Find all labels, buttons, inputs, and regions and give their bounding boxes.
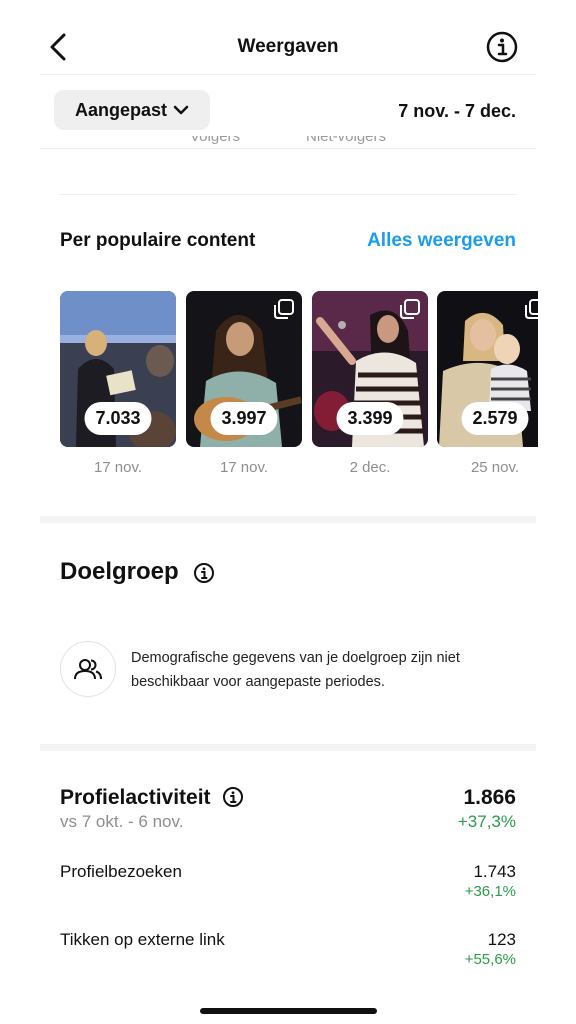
info-button[interactable] <box>485 30 519 64</box>
profile-activity-delta: +37,3% <box>457 812 516 831</box>
view-count-badge: 7.033 <box>84 402 152 435</box>
content-thumbnail[interactable]: 7.033 <box>60 291 176 447</box>
view-count-badge: 2.579 <box>461 402 529 435</box>
audience-unavailable-message: Demografische gegevens van je doelgroep … <box>131 650 460 690</box>
info-icon[interactable] <box>222 786 244 808</box>
metric-delta: +55,6% <box>464 951 516 968</box>
metric-value: 1.743 <box>473 862 516 881</box>
comparison-period: vs 7 okt. - 6 nov. <box>60 812 184 831</box>
date-range-value: 7 nov. - 7 dec. <box>398 101 516 121</box>
popular-content-title: Per populaire content <box>60 230 256 251</box>
profile-activity-total: 1.866 <box>463 786 516 809</box>
content-thumbnail[interactable]: 3.997 <box>186 291 302 447</box>
carousel-icon <box>525 299 538 319</box>
profile-activity-title: Profielactiviteit <box>60 786 211 809</box>
carousel-icon <box>400 299 420 319</box>
content-thumbnail[interactable]: 2.579 <box>437 291 538 447</box>
metric-label: Profielbezoeken <box>60 862 182 881</box>
content-thumbnail[interactable]: 3.399 <box>312 291 428 447</box>
chevron-down-icon <box>173 105 189 115</box>
section-separator <box>40 744 536 751</box>
info-circle-icon <box>486 31 518 63</box>
carousel-icon <box>274 299 294 319</box>
section-divider <box>40 148 536 149</box>
date-range-label: Aangepast <box>74 99 168 120</box>
audience-icon-circle <box>60 641 116 697</box>
info-icon[interactable] <box>193 562 215 584</box>
view-count-badge: 3.997 <box>210 402 278 435</box>
home-indicator[interactable] <box>200 1008 377 1014</box>
metric-delta: +36,1% <box>464 883 516 900</box>
audience-title: Doelgroep <box>60 558 179 585</box>
date-range-dropdown[interactable]: Aangepast <box>54 90 210 130</box>
post-date: 17 nov. <box>93 459 143 476</box>
metric-value: 123 <box>487 930 516 949</box>
popular-content-carousel: 7.033 17 nov. 3.997 17 nov. 3.399 2 dec.… <box>60 291 538 481</box>
view-count-badge: 3.399 <box>336 402 404 435</box>
post-date: 25 nov. <box>470 459 520 476</box>
metric-label: Tikken op externe link <box>60 930 225 949</box>
post-date: 17 nov. <box>219 459 269 476</box>
section-divider <box>60 194 516 195</box>
post-date: 2 dec. <box>349 459 391 476</box>
top-bar: Weergaven <box>0 0 576 75</box>
header-divider <box>40 74 536 75</box>
people-icon <box>74 659 102 680</box>
see-all-link[interactable]: Alles weergeven <box>367 230 516 252</box>
section-separator <box>40 516 536 523</box>
